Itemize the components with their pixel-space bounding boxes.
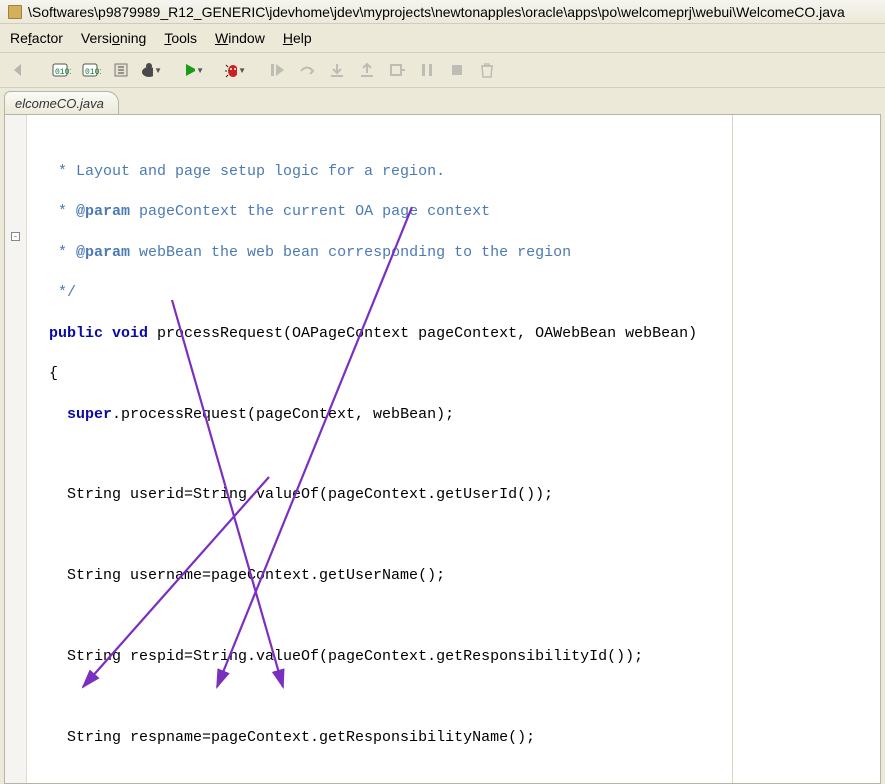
code-text: { (31, 365, 58, 382)
stop-icon[interactable] (446, 59, 468, 81)
print-margin (732, 115, 733, 783)
code-text: * Layout and page setup logic for a regi… (31, 163, 445, 180)
trash-icon[interactable] (476, 59, 498, 81)
tab-welcomeco[interactable]: elcomeCO.java (4, 91, 119, 115)
menu-window[interactable]: Window (207, 27, 273, 49)
debug-icon[interactable]: ▼ (224, 59, 246, 81)
run-icon[interactable]: ▼ (182, 59, 204, 81)
menu-tools[interactable]: Tools (156, 27, 205, 49)
pause-icon[interactable] (416, 59, 438, 81)
step-out-icon[interactable] (356, 59, 378, 81)
binary2-icon[interactable]: 0101 (80, 59, 102, 81)
code-text: String respname=pageContext.getResponsib… (31, 729, 535, 746)
binary1-icon[interactable]: 0101 (50, 59, 72, 81)
code-area[interactable]: * Layout and page setup logic for a regi… (27, 115, 880, 783)
code-text: super (31, 406, 112, 423)
menu-refactor[interactable]: Refactor (2, 27, 71, 49)
window-title: \Softwares\p9879989_R12_GENERIC\jdevhome… (28, 4, 845, 20)
svg-text:0101: 0101 (85, 68, 101, 77)
code-text: * (31, 244, 76, 261)
dropdown-arrow-icon: ▼ (154, 66, 162, 75)
menubar: Refactor Versioning Tools Window Help (0, 24, 885, 53)
toolbar: 0101 0101 ▼ ▼ ▼ (0, 53, 885, 88)
menu-versioning[interactable]: Versioning (73, 27, 154, 49)
code-text: processRequest(OAPageContext pageContext… (148, 325, 697, 342)
code-text: public (31, 325, 103, 342)
svg-text:0101: 0101 (55, 68, 71, 77)
titlebar: \Softwares\p9879989_R12_GENERIC\jdevhome… (0, 0, 885, 24)
file-icon (8, 5, 22, 19)
dropdown-arrow-icon: ▼ (238, 66, 246, 75)
resume-icon[interactable] (266, 59, 288, 81)
tab-label: elcomeCO.java (15, 96, 104, 111)
tab-bar: elcomeCO.java (0, 88, 885, 114)
dropdown-arrow-icon: ▼ (196, 66, 204, 75)
back-icon[interactable] (8, 59, 30, 81)
code-text: webBean the web bean corresponding to th… (130, 244, 571, 261)
code-text: @param (76, 203, 130, 220)
code-text: @param (76, 244, 130, 261)
code-text: pageContext the current OA page context (130, 203, 490, 220)
code-text: * (31, 203, 76, 220)
code-text: String respid=String.valueOf(pageContext… (31, 648, 643, 665)
code-text: String username=pageContext.getUserName(… (31, 567, 445, 584)
fold-collapse-icon[interactable]: - (11, 232, 20, 241)
gutter: - (5, 115, 27, 783)
step-over-icon[interactable] (296, 59, 318, 81)
code-text: void (103, 325, 148, 342)
editor[interactable]: - * Layout and page setup logic for a re… (4, 114, 881, 784)
step-return-icon[interactable] (386, 59, 408, 81)
code-text: .processRequest(pageContext, webBean); (112, 406, 454, 423)
profile-icon[interactable]: ▼ (140, 59, 162, 81)
code-text: */ (31, 284, 76, 301)
code-text: String userid=String.valueOf(pageContext… (31, 486, 553, 503)
make-icon[interactable] (110, 59, 132, 81)
menu-help[interactable]: Help (275, 27, 320, 49)
step-into-icon[interactable] (326, 59, 348, 81)
